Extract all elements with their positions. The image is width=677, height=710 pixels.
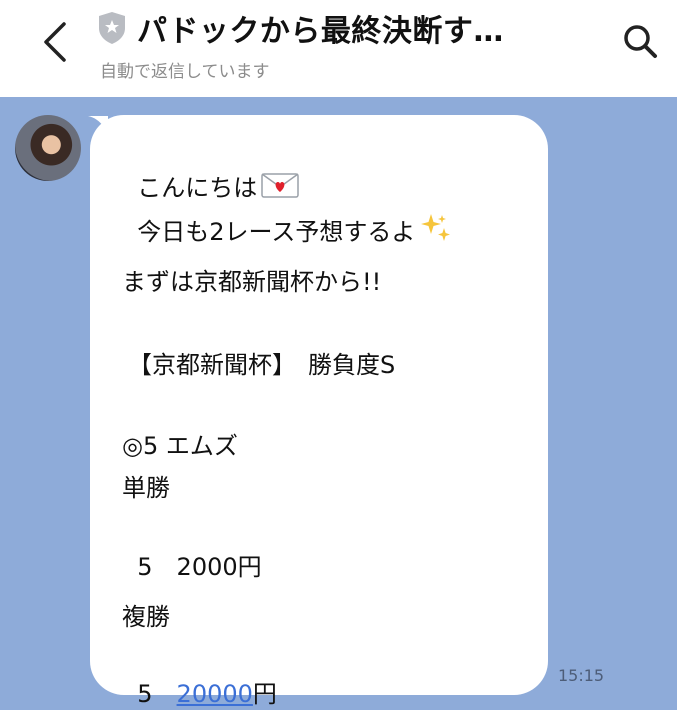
win-number: 5 bbox=[137, 553, 153, 581]
message-line-race-header: 【京都新聞杯】 勝負度S bbox=[128, 351, 396, 379]
back-button[interactable] bbox=[30, 14, 80, 70]
chat-title-row[interactable]: パドックから最終決断す… bbox=[97, 6, 577, 50]
auto-reply-status: 自動で返信しています bbox=[100, 62, 270, 82]
search-icon bbox=[624, 25, 657, 58]
search-button[interactable] bbox=[614, 15, 666, 67]
message-line-win-bet: 5 2000円 bbox=[122, 519, 262, 583]
today-text: 今日も2レース予想するよ bbox=[137, 218, 416, 246]
chat-header: パドックから最終決断す… 自動で返信しています bbox=[0, 0, 677, 97]
message-line-place-label: 複勝 bbox=[122, 603, 170, 631]
win-amount: 2000円 bbox=[176, 553, 262, 581]
message-line-first-race: まずは京都新聞杯から!! bbox=[122, 268, 382, 296]
chevron-left-icon bbox=[44, 22, 66, 62]
message-line-place-bet: 5 20000円 bbox=[122, 646, 277, 710]
message-line-win-label: 単勝 bbox=[122, 474, 170, 502]
sparkles-icon bbox=[419, 212, 453, 254]
shield-icon bbox=[99, 12, 125, 44]
message-timestamp: 15:15 bbox=[558, 666, 605, 685]
avatar[interactable] bbox=[15, 115, 81, 181]
message-line-pick: ◎5 エムズ bbox=[122, 432, 238, 460]
chat-title: パドックから最終決断す… bbox=[137, 14, 504, 49]
message-line-today: 今日も2レース予想するよ bbox=[122, 180, 453, 254]
